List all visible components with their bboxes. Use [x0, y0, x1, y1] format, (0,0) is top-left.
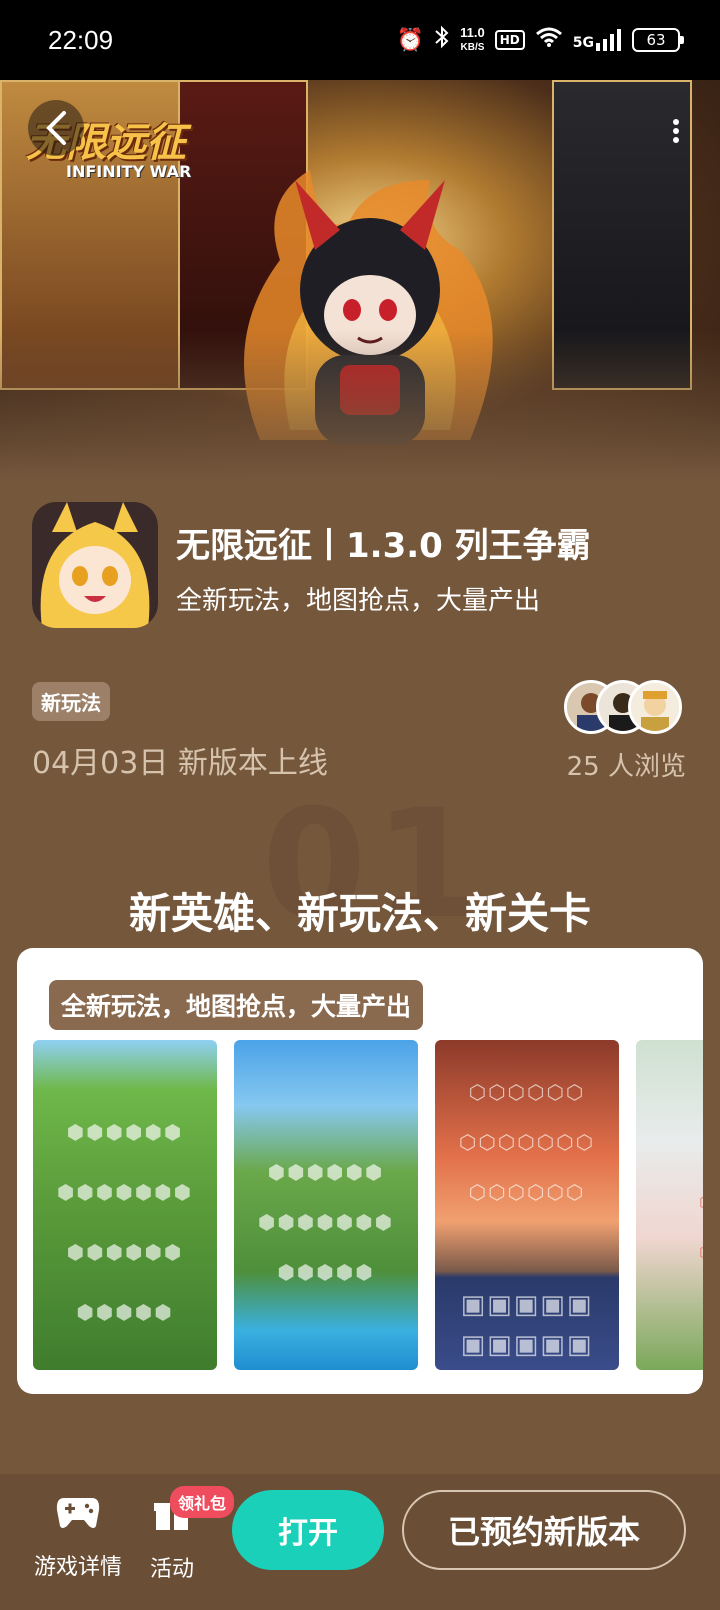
hd-icon: HD — [494, 30, 525, 50]
net-speed-value: 11.0 — [460, 25, 485, 40]
wifi-icon — [535, 26, 563, 54]
status-time: 22:09 — [48, 24, 114, 55]
more-vertical-icon — [673, 119, 679, 143]
gift-badge[interactable]: 领礼包 — [170, 1486, 235, 1518]
back-button[interactable] — [28, 100, 84, 156]
game-screenshot[interactable]: ⬡⬡⬡⬡⬡⬡ ⬡⬡⬡⬡⬡⬡⬡ ⬡⬡⬡⬡⬡⬡ ▣▣▣▣▣ ▣▣▣▣▣ — [435, 1040, 619, 1370]
shot-decoration: ⬡⬡⬡⬡⬡⬡ — [468, 1180, 586, 1204]
cell-signal-icon: 5G — [573, 29, 622, 51]
shot-decoration: ⬢⬢⬢⬢⬢⬢ — [66, 1120, 184, 1144]
update-tag: 新玩法 — [32, 682, 110, 721]
net-speed-unit: KB/S — [460, 42, 485, 53]
shot-decoration: ⬢⬢⬢⬢⬢⬢⬢ — [56, 1180, 194, 1204]
app-icon[interactable] — [32, 502, 158, 628]
shot-decoration: ⬢⬢⬢⬢⬢ — [277, 1260, 375, 1284]
app-icon-character-image — [32, 502, 158, 628]
status-bar: 22:09 ⏰ 11.0 KB/S HD 5G 63 — [0, 0, 720, 80]
game-screenshot[interactable]: ⬡⬡⬡ ⬡⬡⬡ — [636, 1040, 703, 1370]
section-title: 新英雄、新玩法、新关卡 — [128, 889, 591, 938]
game-detail-tab[interactable]: 游戏详情 — [30, 1494, 126, 1581]
update-date: 04月03日 新版本上线 — [32, 746, 328, 781]
shot-decoration: ⬡⬡⬡⬡⬡⬡⬡ — [458, 1130, 596, 1154]
shot-decoration: ⬡⬡⬡ — [636, 1240, 703, 1264]
gamepad-icon — [30, 1494, 126, 1541]
shot-decoration: ▣▣▣▣▣ — [460, 1330, 594, 1360]
shot-decoration: ⬢⬢⬢⬢⬢ — [76, 1300, 174, 1324]
shot-decoration: ▣▣▣▣▣ — [460, 1290, 594, 1320]
network-type: 5G — [572, 35, 594, 51]
app-subtitle: 全新玩法，地图抢点，大量产出 — [176, 586, 541, 616]
game-screenshot[interactable]: ⬢⬢⬢⬢⬢⬢ ⬢⬢⬢⬢⬢⬢⬢ ⬢⬢⬢⬢⬢⬢ ⬢⬢⬢⬢⬢ — [33, 1040, 217, 1370]
game-screenshot[interactable]: ⬢⬢⬢⬢⬢⬢ ⬢⬢⬢⬢⬢⬢⬢ ⬢⬢⬢⬢⬢ — [234, 1040, 418, 1370]
shot-decoration: ⬢⬢⬢⬢⬢⬢⬢ — [257, 1210, 395, 1234]
reserved-new-version-button[interactable]: 已预约新版本 — [402, 1490, 686, 1570]
app-title: 无限远征丨1.3.0 列王争霸 — [176, 526, 591, 566]
banner-image: 无限远征 INFINITY WAR — [0, 80, 720, 480]
status-icons: ⏰ 11.0 KB/S HD 5G 63 — [396, 25, 684, 55]
viewer-avatars — [564, 680, 684, 736]
shot-decoration: ⬢⬢⬢⬢⬢⬢ — [267, 1160, 385, 1184]
game-detail-label: 游戏详情 — [33, 1555, 122, 1580]
back-arrow-icon — [46, 111, 66, 145]
shot-decoration: ⬡⬡⬡⬡⬡⬡ — [468, 1080, 586, 1104]
bottom-action-bar: 游戏详情 活动 领礼包 打开 已预约新版本 — [0, 1474, 720, 1610]
view-count: 25 人浏览 — [566, 752, 686, 782]
activity-label: 活动 — [149, 1557, 194, 1582]
open-button[interactable]: 打开 — [232, 1490, 384, 1570]
screenshot-card: 全新玩法，地图抢点，大量产出 ⬢⬢⬢⬢⬢⬢ ⬢⬢⬢⬢⬢⬢⬢ ⬢⬢⬢⬢⬢⬢ ⬢⬢⬢… — [17, 948, 703, 1394]
shot-decoration: ⬢⬢⬢⬢⬢⬢ — [66, 1240, 184, 1264]
shot-decoration: ⬡⬡⬡ — [636, 1190, 703, 1214]
banner-fade — [0, 330, 720, 480]
bluetooth-icon — [434, 25, 450, 55]
avatar — [628, 680, 682, 734]
more-options-button[interactable] — [672, 118, 680, 145]
card-caption: 全新玩法，地图抢点，大量产出 — [49, 980, 424, 1030]
alarm-icon: ⏰ — [396, 27, 425, 53]
battery-icon: 63 — [632, 28, 684, 52]
net-speed: 11.0 KB/S — [460, 26, 485, 54]
logo-title-en: INFINITY WAR — [66, 162, 192, 181]
